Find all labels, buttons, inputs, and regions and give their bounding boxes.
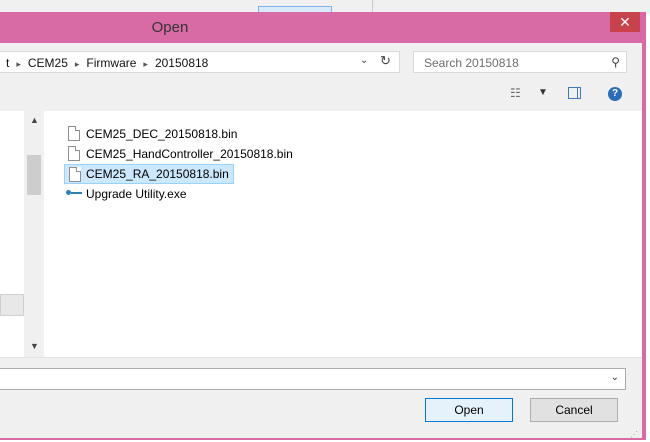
scroll-down-icon[interactable]: ▼	[30, 341, 39, 351]
application-icon	[66, 189, 82, 197]
address-row: t ▸ CEM25 ▸ Firmware ▸ 20150818 ⌄ ↻ Search 201…	[0, 43, 642, 78]
file-list: CEM25_DEC_20150818.bin CEM25_HandControl…	[44, 111, 642, 357]
breadcrumb-path: t ▸ CEM25 ▸ Firmware ▸ 20150818	[6, 56, 208, 70]
filename-input[interactable]: ⌄	[0, 368, 626, 390]
list-item[interactable]: CEM25_HandController_20150818.bin	[64, 144, 304, 164]
toolbar: ☷ ▼ ?	[0, 78, 642, 111]
bottom-panel: ⌄ Open Cancel ⋰	[0, 357, 642, 439]
breadcrumb-item[interactable]: Firmware	[86, 56, 136, 70]
file-icon	[68, 146, 80, 161]
resize-grip-icon[interactable]: ⋰	[630, 430, 638, 439]
scroll-up-icon[interactable]: ▲	[30, 115, 39, 125]
chevron-right-icon[interactable]: ▸	[143, 59, 148, 70]
chevron-down-icon[interactable]: ⌄	[611, 372, 619, 383]
breadcrumb-item[interactable]: t	[6, 56, 9, 70]
refresh-icon[interactable]: ↻	[380, 53, 391, 69]
file-name: CEM25_DEC_20150818.bin	[86, 127, 238, 141]
title-bar[interactable]: Open ✕	[0, 12, 646, 43]
open-button[interactable]: Open	[425, 398, 513, 422]
navigation-scrollbar[interactable]: ▲ ▼	[24, 111, 44, 357]
breadcrumb-item[interactable]: CEM25	[28, 56, 68, 70]
search-icon[interactable]: ⚲	[611, 55, 620, 69]
scrollbar-thumb[interactable]	[27, 155, 41, 195]
chevron-right-icon[interactable]: ▸	[16, 59, 21, 70]
file-name: CEM25_HandController_20150818.bin	[86, 147, 293, 161]
file-name: Upgrade Utility.exe	[86, 187, 187, 201]
change-view-icon[interactable]: ☷	[510, 86, 521, 100]
chevron-down-icon[interactable]: ⌄	[360, 55, 368, 66]
file-icon	[69, 167, 81, 182]
file-icon	[68, 126, 80, 141]
dialog-client: t ▸ CEM25 ▸ Firmware ▸ 20150818 ⌄ ↻ Search 201…	[0, 43, 642, 439]
search-input[interactable]: Search 20150818 ⚲	[413, 51, 627, 73]
open-dialog: Open ✕ t ▸ CEM25 ▸ Firmware ▸ 20150818 ⌄ ↻ Sea…	[0, 12, 646, 440]
preview-pane-icon[interactable]	[568, 87, 581, 99]
search-placeholder: Search 20150818	[424, 56, 519, 70]
cancel-button[interactable]: Cancel	[530, 398, 618, 422]
navigation-item[interactable]	[0, 294, 24, 316]
dialog-title: Open	[151, 19, 189, 36]
list-item-selected[interactable]: CEM25_RA_20150818.bin	[64, 164, 234, 184]
close-button[interactable]: ✕	[610, 12, 640, 32]
breadcrumb-item[interactable]: 20150818	[155, 56, 208, 70]
breadcrumb[interactable]: t ▸ CEM25 ▸ Firmware ▸ 20150818 ⌄ ↻	[0, 51, 400, 73]
close-icon: ✕	[619, 14, 631, 30]
list-item[interactable]: CEM25_DEC_20150818.bin	[64, 124, 244, 144]
help-icon[interactable]: ?	[608, 87, 622, 101]
chevron-right-icon[interactable]: ▸	[75, 59, 80, 70]
file-name: CEM25_RA_20150818.bin	[86, 167, 229, 181]
navigation-pane: ▲ ▼	[0, 111, 44, 357]
list-item[interactable]: Upgrade Utility.exe	[64, 184, 204, 204]
chevron-down-icon[interactable]: ▼	[538, 87, 548, 98]
